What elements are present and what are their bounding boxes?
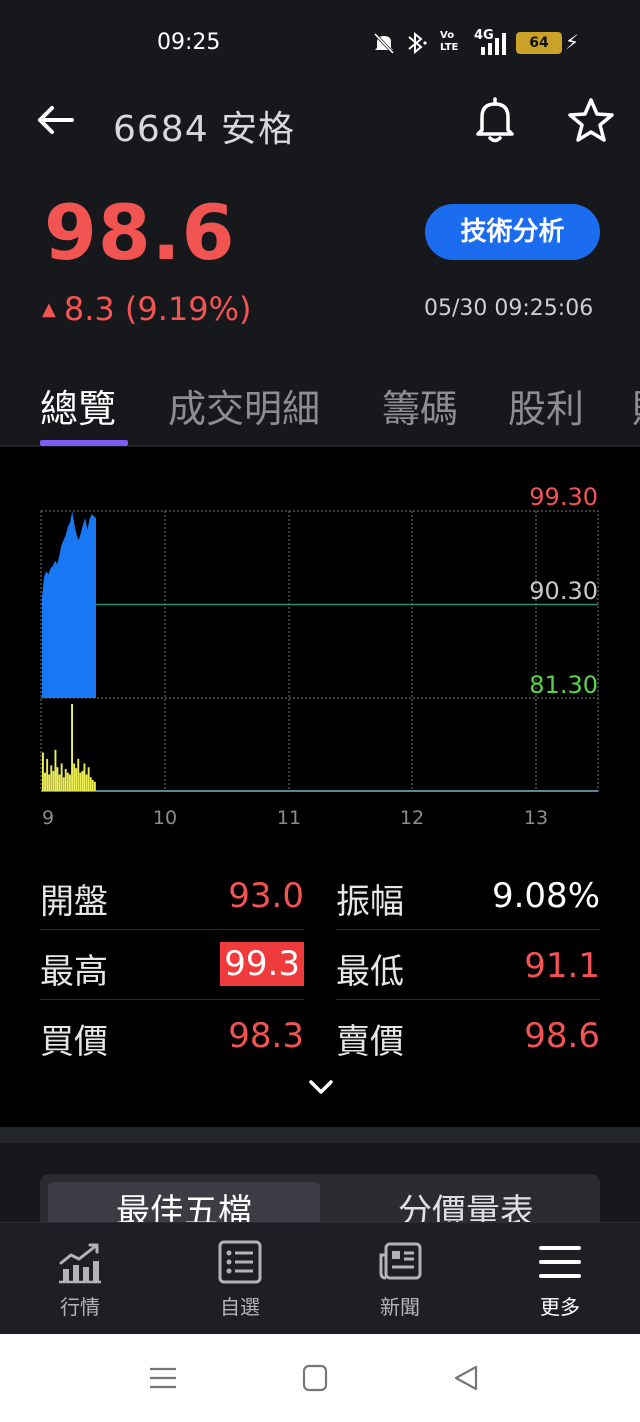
volume-bar [75, 768, 78, 791]
open-label: 開盤 [40, 882, 108, 922]
bid-label: 買價 [40, 1022, 108, 1062]
low-row: 最低 91.1 [336, 932, 600, 1000]
volume-bar [52, 770, 55, 791]
tab-bar: 總覽 成交明細 籌碼 股利 財 [0, 360, 640, 446]
volume-bar [66, 772, 69, 791]
volume-bar [42, 752, 44, 791]
amplitude-row: 振幅 9.08% [336, 862, 600, 930]
tab-chips[interactable]: 籌碼 [382, 378, 458, 433]
amplitude-label: 振幅 [336, 882, 404, 922]
bid-row: 買價 98.3 [40, 1002, 304, 1070]
nav-news-label: 新聞 [380, 1295, 420, 1319]
price-axis-label: 90.30 [529, 577, 598, 605]
volume-bar [81, 770, 84, 791]
volume-bar [44, 772, 46, 791]
bottom-nav: 行情 自選 新聞 更多 [0, 1222, 640, 1334]
x-tick-label: 9 [42, 807, 54, 829]
ask-label: 賣價 [336, 1022, 404, 1062]
home-icon[interactable] [298, 1362, 332, 1394]
tab-trade-details[interactable]: 成交明細 [168, 378, 320, 433]
volume-bar [62, 777, 65, 791]
volume-bar [87, 767, 90, 791]
header: 6684 安格 [0, 84, 640, 164]
x-tick-label: 13 [524, 807, 548, 829]
nav-market-label: 行情 [60, 1295, 100, 1319]
volume-bar [91, 780, 94, 791]
signal-icon [481, 33, 506, 55]
nav-more-label: 更多 [540, 1295, 580, 1319]
low-value: 91.1 [524, 946, 600, 986]
low-label: 最低 [336, 952, 404, 992]
news-icon [379, 1242, 422, 1280]
chart-icon [59, 1243, 101, 1284]
x-tick-label: 10 [153, 807, 177, 829]
back-icon[interactable] [450, 1362, 484, 1394]
high-row: 最高 99.3 [40, 932, 304, 1000]
open-value: 93.0 [228, 876, 304, 916]
system-nav-bar [0, 1334, 640, 1422]
ask-value: 98.6 [524, 1016, 600, 1056]
volume-bar [83, 763, 86, 791]
tab-indicator [40, 440, 128, 446]
volume-bar [48, 774, 51, 791]
bluetooth-icon [408, 31, 427, 55]
volume-bar [73, 763, 76, 791]
volte-icon: Vo LTE [440, 30, 459, 53]
technical-analysis-button[interactable]: 技術分析 [425, 204, 600, 260]
stock-title: 6684 安格 [113, 109, 296, 150]
star-icon[interactable] [566, 96, 616, 144]
tab-dividends[interactable]: 股利 [508, 378, 584, 433]
high-value: 99.3 [220, 942, 304, 986]
charging-icon: ⚡ [565, 30, 580, 54]
status-bar: 09:25 Vo LTE 4G 64 ⚡ [0, 0, 640, 84]
volume-bar [58, 774, 61, 791]
open-row: 開盤 93.0 [40, 862, 304, 930]
high-label: 最高 [40, 952, 108, 992]
volume-bar [54, 749, 57, 791]
volume-bar [89, 777, 92, 791]
volume-bar [77, 758, 80, 791]
volume-bar [56, 767, 59, 791]
nav-news[interactable]: 新聞 [350, 1239, 450, 1320]
volume-bar [93, 781, 96, 791]
battery-icon: 64 [516, 32, 562, 54]
x-tick-label: 12 [400, 807, 424, 829]
volume-bar [50, 765, 53, 791]
volume-bar [85, 774, 88, 791]
x-tick-label: 11 [277, 807, 301, 829]
back-arrow-icon[interactable] [34, 98, 78, 142]
mute-icon [373, 32, 395, 55]
tab-overview[interactable]: 總覽 [40, 378, 116, 433]
list-icon [218, 1240, 262, 1284]
volume-bar [69, 774, 71, 791]
price-axis-label: 99.30 [529, 483, 598, 511]
nav-watchlist[interactable]: 自選 [190, 1239, 290, 1320]
recent-apps-icon[interactable] [146, 1362, 180, 1394]
price-change: ▲ 8.3 (9.19%) [42, 290, 252, 328]
status-time: 09:25 [157, 30, 221, 55]
quote-datetime: 05/30 09:25:06 [424, 296, 594, 321]
volume-bar [64, 769, 67, 791]
up-triangle-icon: ▲ [42, 299, 56, 320]
menu-icon [539, 1246, 581, 1278]
volume-bar [79, 772, 82, 791]
bid-value: 98.3 [228, 1016, 304, 1056]
nav-market[interactable]: 行情 [30, 1239, 130, 1320]
amplitude-value: 9.08% [491, 876, 600, 916]
chart-frame [40, 510, 599, 792]
price-area [42, 511, 96, 698]
volume-bar [46, 758, 49, 791]
section-separator [0, 1127, 640, 1143]
current-price: 98.6 [44, 188, 236, 277]
volume-bar [71, 704, 73, 791]
ask-row: 賣價 98.6 [336, 1002, 600, 1070]
price-change-value: 8.3 (9.19%) [63, 290, 252, 328]
bell-icon[interactable] [472, 96, 518, 144]
nav-watchlist-label: 自選 [220, 1295, 260, 1319]
chevron-down-icon[interactable] [304, 1072, 338, 1102]
tab-overflow[interactable]: 財 [632, 378, 640, 433]
nav-more[interactable]: 更多 [510, 1239, 610, 1320]
volume-bar [60, 763, 63, 791]
price-axis-label: 81.30 [529, 671, 598, 699]
